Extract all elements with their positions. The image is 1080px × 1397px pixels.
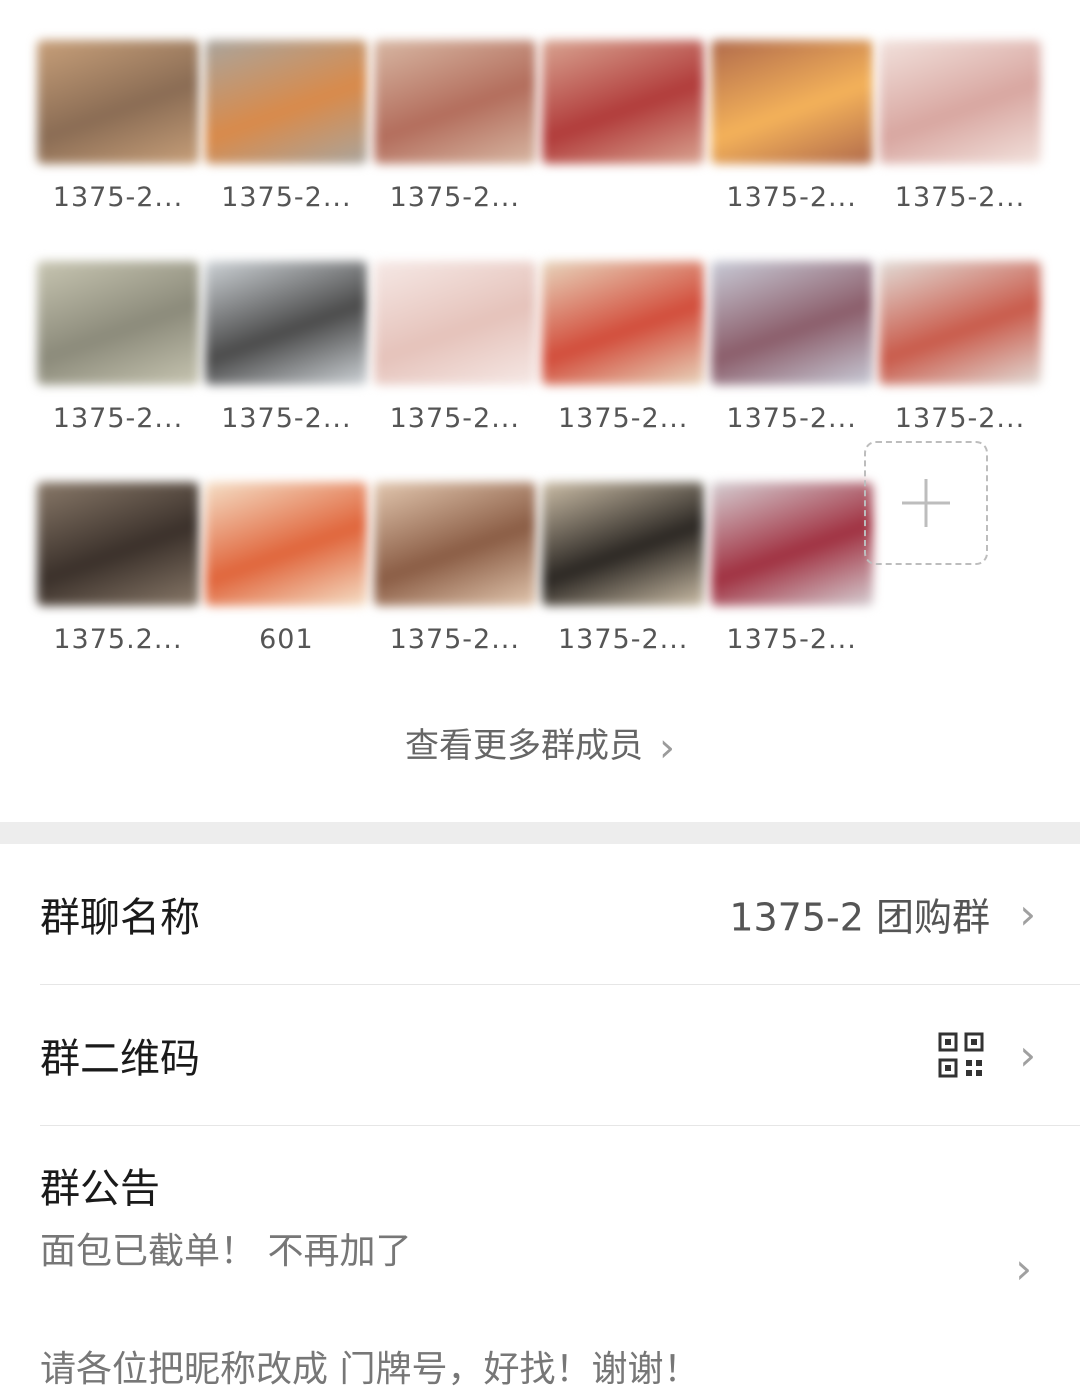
member-name: 1375-2... (894, 403, 1026, 434)
member-name: 1375-2... (726, 182, 857, 213)
member-name: 1375-2... (389, 403, 520, 434)
member-name: 1375-2... (894, 182, 1026, 213)
member-avatar (710, 482, 873, 606)
member-avatar (710, 40, 873, 164)
member-avatar (373, 40, 536, 164)
member-item[interactable]: 1375-2... (371, 482, 539, 655)
member-item[interactable]: 1375.2... (34, 482, 202, 655)
member-name: 1375-2... (557, 403, 689, 434)
qr-code-icon (938, 1032, 984, 1078)
member-item[interactable]: 1375-2... (708, 261, 876, 434)
member-name: 1375-2... (52, 403, 184, 434)
member-item[interactable]: 1375-2... (876, 261, 1044, 434)
member-avatar (710, 261, 873, 385)
member-item[interactable]: 1375-2... (371, 261, 539, 434)
member-name: 601 (259, 624, 314, 655)
member-section: 1375-2... 1375-2... 1375-2... 1375-2... 137… (0, 0, 1080, 822)
member-name (539, 182, 707, 213)
group-notice-row[interactable]: 群公告 面包已截单！ 不再加了 › 请各位把昵称改成 门牌号，好找！谢谢！ (40, 1126, 1080, 1390)
chevron-right-icon: › (659, 724, 675, 771)
member-item[interactable]: 1375-2... (876, 40, 1044, 213)
member-avatar (205, 40, 368, 164)
member-avatar (373, 261, 536, 385)
member-avatar (373, 482, 536, 606)
member-item[interactable]: 1375-2... (202, 261, 370, 434)
member-row: 1375-2... 1375-2... 1375-2... 1375-2... 137… (34, 40, 1046, 261)
member-name: 1375-2... (52, 182, 184, 213)
group-notice-label: 群公告 (40, 1166, 160, 1212)
member-item[interactable]: 601 (202, 482, 370, 655)
group-name-label: 群聊名称 (40, 895, 200, 941)
member-name: 1375.2... (53, 624, 183, 655)
add-member-button[interactable] (864, 441, 988, 565)
member-item[interactable]: 1375-2... (34, 261, 202, 434)
view-more-members-label: 查看更多群成员 (405, 726, 643, 766)
group-notice-text-extra: 请各位把昵称改成 门牌号，好找！谢谢！ (40, 1349, 700, 1390)
plus-icon (902, 479, 950, 527)
member-item[interactable]: 1375-2... (371, 40, 539, 213)
member-avatar (879, 261, 1041, 385)
member-avatar (205, 482, 368, 606)
member-avatar (542, 482, 705, 606)
member-name: 1375-2... (389, 624, 520, 655)
member-item[interactable]: 1375-2... (202, 40, 370, 213)
view-more-members-link[interactable]: 查看更多群成员 › (0, 718, 1080, 771)
member-name: 1375-2... (557, 624, 689, 655)
member-avatar (205, 261, 368, 385)
group-name-value: 1375-2 团购群 (729, 895, 990, 940)
member-name: 1375-2... (726, 624, 857, 655)
member-item[interactable]: 1375-2... (708, 40, 876, 213)
member-name: 1375-2... (221, 182, 352, 213)
chevron-right-icon: › (1015, 1244, 1032, 1293)
member-avatar (879, 40, 1041, 164)
member-avatar (542, 261, 705, 385)
member-item[interactable] (539, 40, 707, 213)
member-item[interactable]: 1375-2... (34, 40, 202, 213)
section-divider (0, 822, 1080, 844)
member-grid: 1375-2... 1375-2... 1375-2... 1375-2... 137… (34, 40, 1046, 703)
group-name-row[interactable]: 群聊名称 1375-2 团购群 › (40, 844, 1080, 985)
member-name: 1375-2... (726, 403, 857, 434)
member-item[interactable]: 1375-2... (539, 482, 707, 655)
group-notice-text: 面包已截单！ 不再加了 (40, 1231, 412, 1272)
member-name: 1375-2... (221, 403, 352, 434)
member-avatar (37, 261, 199, 385)
group-qr-code-row[interactable]: 群二维码 › (40, 985, 1080, 1126)
chevron-right-icon: › (1019, 889, 1036, 939)
chevron-right-icon: › (1019, 1030, 1036, 1080)
group-qr-code-label: 群二维码 (40, 1036, 200, 1082)
member-avatar (542, 40, 705, 164)
member-avatar (37, 482, 199, 606)
member-name: 1375-2... (389, 182, 520, 213)
member-item[interactable]: 1375-2... (708, 482, 876, 655)
member-avatar (37, 40, 199, 164)
member-item[interactable]: 1375-2... (539, 261, 707, 434)
